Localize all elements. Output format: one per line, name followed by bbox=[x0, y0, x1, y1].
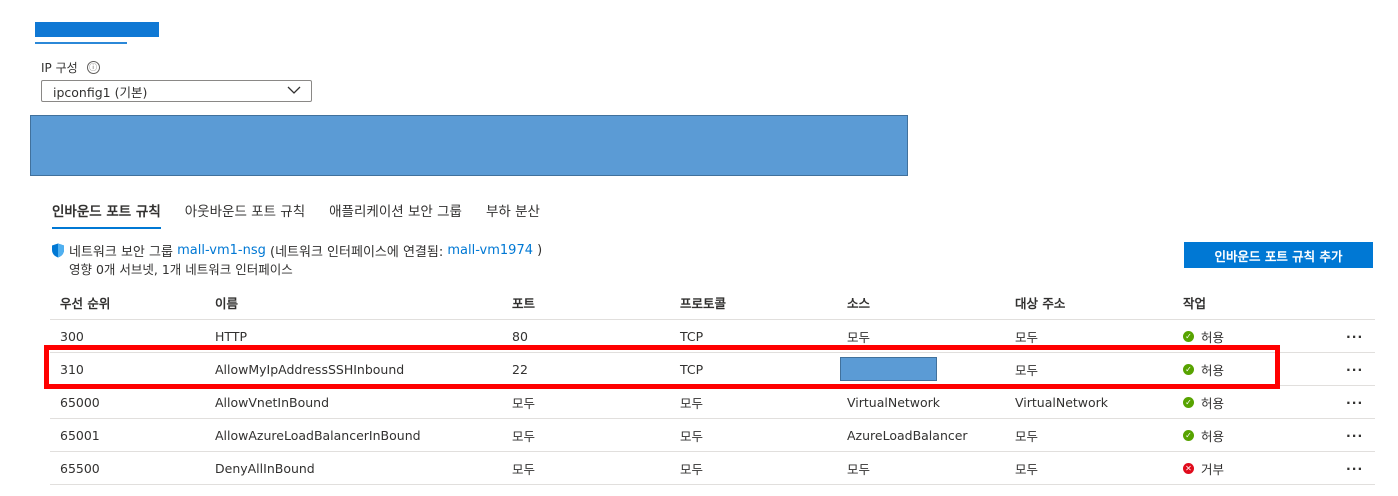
rule-action: ✕ 거부 bbox=[1183, 452, 1224, 484]
rule-name: HTTP bbox=[215, 328, 247, 344]
rule-port: 모두 bbox=[512, 461, 536, 477]
inbound-rules-table: 우선 순위 이름 포트 프로토콜 소스 대상 주소 작업 300 HTTP 80… bbox=[50, 285, 1375, 485]
rule-action: ✓ 허용 bbox=[1183, 353, 1224, 385]
rule-name: AllowMyIpAddressSSHInbound bbox=[215, 361, 405, 377]
rule-priority: 310 bbox=[60, 361, 84, 377]
rule-action-label: 허용 bbox=[1201, 362, 1225, 378]
rule-destination: 모두 bbox=[1015, 362, 1039, 378]
rule-action-label: 허용 bbox=[1201, 395, 1225, 411]
info-icon[interactable]: ⓘ bbox=[86, 61, 100, 74]
header-name[interactable]: 이름 bbox=[215, 285, 238, 319]
rule-action: ✓ 허용 bbox=[1183, 419, 1224, 451]
rule-name: AllowAzureLoadBalancerInBound bbox=[215, 427, 421, 443]
nsg-name-link[interactable]: mall-vm1-nsg bbox=[177, 243, 266, 258]
add-inbound-rule-button[interactable]: 인바운드 포트 규칙 추가 bbox=[1184, 242, 1373, 268]
rule-port: 모두 bbox=[512, 428, 536, 444]
rule-action-label: 거부 bbox=[1201, 461, 1225, 477]
more-icon[interactable]: ··· bbox=[1346, 320, 1363, 352]
check-circle-icon: ✓ bbox=[1183, 363, 1194, 375]
table-row[interactable]: 65500 DenyAllInBound 모두 모두 모두 모두 ✕ 거부 ··· bbox=[50, 452, 1375, 485]
tab-application-security-groups[interactable]: 애플리케이션 보안 그룹 bbox=[329, 200, 462, 229]
ip-config-dropdown[interactable]: ipconfig1 (기본) bbox=[41, 80, 312, 102]
redacted-banner bbox=[30, 115, 908, 176]
rule-protocol: TCP bbox=[680, 328, 704, 344]
rule-name: DenyAllInBound bbox=[215, 460, 315, 476]
header-destination[interactable]: 대상 주소 bbox=[1015, 285, 1065, 319]
x-circle-icon: ✕ bbox=[1183, 462, 1194, 474]
title-underline bbox=[35, 42, 127, 44]
redacted-title-block bbox=[35, 22, 159, 37]
header-source[interactable]: 소스 bbox=[847, 285, 870, 319]
rule-priority: 65000 bbox=[60, 394, 100, 410]
rule-protocol: 모두 bbox=[680, 395, 704, 411]
rule-port: 모두 bbox=[512, 395, 536, 411]
nsg-impact-text: 영향 0개 서브넷, 1개 네트워크 인터페이스 bbox=[69, 262, 293, 277]
header-port[interactable]: 포트 bbox=[512, 285, 535, 319]
ip-config-label: IP 구성 ⓘ bbox=[41, 59, 100, 76]
nsg-info-line: 네트워크 보안 그룹 mall-vm1-nsg (네트워크 인터페이스에 연결됨… bbox=[51, 241, 542, 260]
rule-protocol: 모두 bbox=[680, 461, 704, 477]
more-icon[interactable]: ··· bbox=[1346, 386, 1363, 418]
rule-destination: 모두 bbox=[1015, 461, 1039, 477]
redacted-source bbox=[840, 357, 937, 381]
rule-priority: 300 bbox=[60, 328, 84, 344]
nsg-prefix: 네트워크 보안 그룹 bbox=[69, 245, 173, 260]
chevron-down-icon bbox=[287, 86, 301, 94]
rule-name: AllowVnetInBound bbox=[215, 394, 330, 410]
check-circle-icon: ✓ bbox=[1183, 429, 1194, 441]
nsg-middle: (네트워크 인터페이스에 연결됨: bbox=[270, 245, 444, 260]
ip-config-label-text: IP 구성 bbox=[41, 61, 78, 75]
rule-action-label: 허용 bbox=[1201, 428, 1225, 444]
tab-load-balancing[interactable]: 부하 분산 bbox=[486, 200, 540, 229]
more-icon[interactable]: ··· bbox=[1346, 419, 1363, 451]
rule-action: ✓ 허용 bbox=[1183, 320, 1224, 352]
rule-destination: 모두 bbox=[1015, 329, 1039, 345]
rule-port: 80 bbox=[512, 328, 528, 344]
rule-port: 22 bbox=[512, 361, 528, 377]
tab-outbound-rules[interactable]: 아웃바운드 포트 규칙 bbox=[185, 200, 305, 229]
rule-protocol: TCP bbox=[680, 361, 704, 377]
rule-source: 모두 bbox=[847, 329, 871, 345]
rule-source: VirtualNetwork bbox=[847, 394, 941, 410]
nsg-suffix: ) bbox=[537, 243, 543, 258]
tab-bar: 인바운드 포트 규칙 아웃바운드 포트 규칙 애플리케이션 보안 그룹 부하 분… bbox=[52, 200, 564, 229]
rule-source: AzureLoadBalancer bbox=[847, 427, 968, 443]
check-circle-icon: ✓ bbox=[1183, 396, 1194, 408]
rule-destination: 모두 bbox=[1015, 428, 1039, 444]
header-priority[interactable]: 우선 순위 bbox=[60, 285, 110, 319]
nic-name-link[interactable]: mall-vm1974 bbox=[447, 243, 533, 258]
check-circle-icon: ✓ bbox=[1183, 330, 1194, 342]
rule-action-label: 허용 bbox=[1201, 329, 1225, 345]
more-icon[interactable]: ··· bbox=[1346, 353, 1363, 385]
header-protocol[interactable]: 프로토콜 bbox=[680, 285, 726, 319]
rule-source bbox=[840, 353, 937, 385]
shield-icon bbox=[52, 243, 64, 258]
rule-protocol: 모두 bbox=[680, 428, 704, 444]
header-action[interactable]: 작업 bbox=[1183, 285, 1206, 319]
rule-priority: 65001 bbox=[60, 427, 100, 443]
table-row[interactable]: 65000 AllowVnetInBound 모두 모두 VirtualNetw… bbox=[50, 386, 1375, 419]
table-row[interactable]: 300 HTTP 80 TCP 모두 모두 ✓ 허용 ··· bbox=[50, 320, 1375, 353]
rule-source: 모두 bbox=[847, 461, 871, 477]
rule-action: ✓ 허용 bbox=[1183, 386, 1224, 418]
ip-config-selected: ipconfig1 (기본) bbox=[53, 84, 148, 100]
rule-destination: VirtualNetwork bbox=[1015, 394, 1109, 410]
table-header-row: 우선 순위 이름 포트 프로토콜 소스 대상 주소 작업 bbox=[50, 285, 1375, 320]
table-row[interactable]: 65001 AllowAzureLoadBalancerInBound 모두 모… bbox=[50, 419, 1375, 452]
rule-priority: 65500 bbox=[60, 460, 100, 476]
table-row[interactable]: 310 AllowMyIpAddressSSHInbound 22 TCP 모두… bbox=[50, 353, 1375, 386]
tab-inbound-rules[interactable]: 인바운드 포트 규칙 bbox=[52, 200, 161, 229]
more-icon[interactable]: ··· bbox=[1346, 452, 1363, 484]
